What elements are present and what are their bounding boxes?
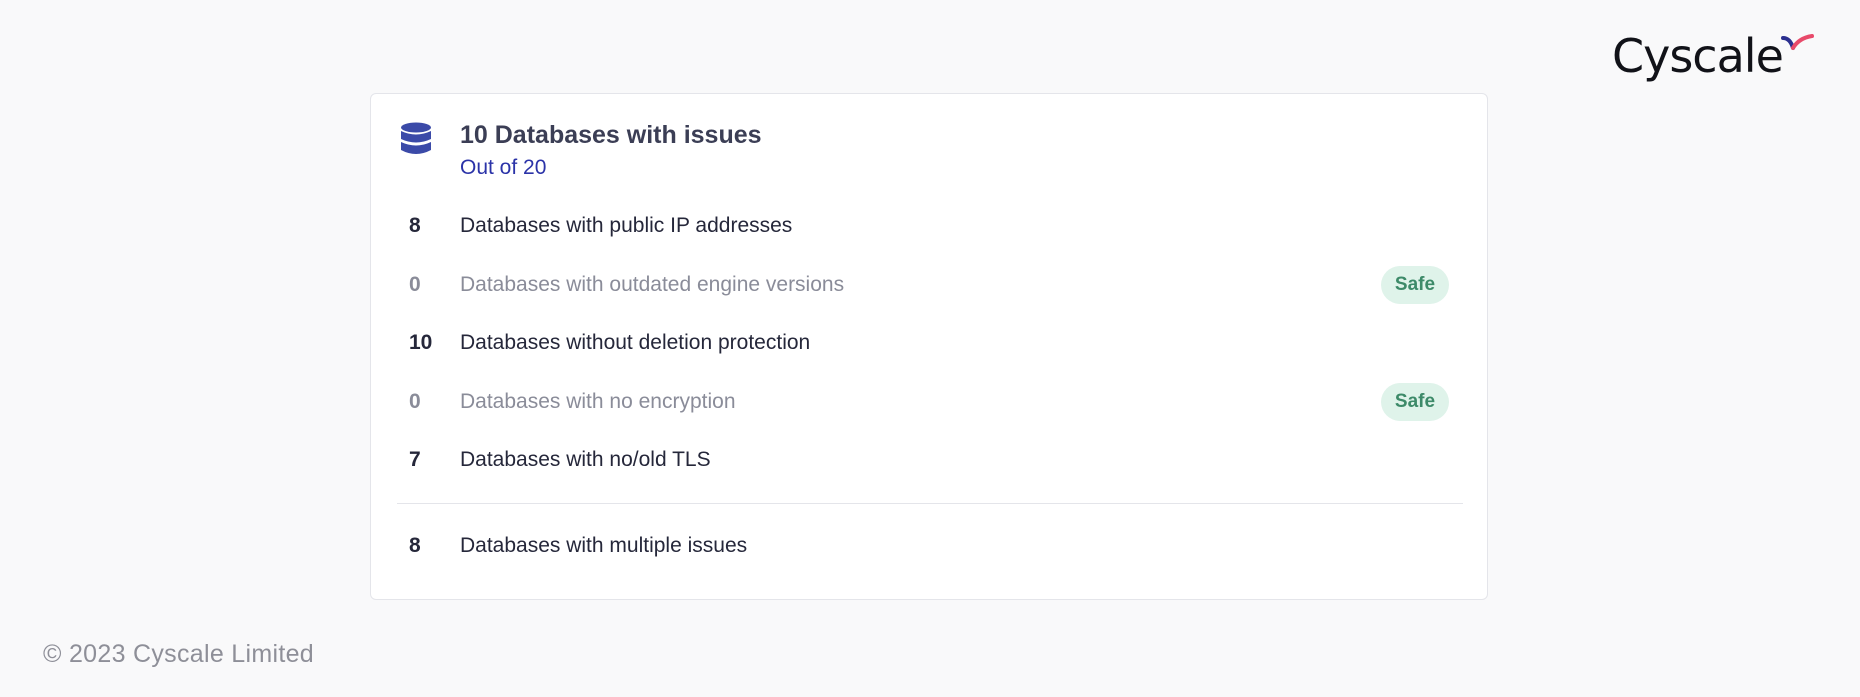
issue-row-deletion-protection: 10 Databases without deletion protection [371, 323, 1487, 363]
issue-count: 8 [409, 214, 421, 237]
issue-count: 10 [409, 331, 433, 354]
database-icon [401, 122, 431, 154]
copyright-footer: © 2023 Cyscale Limited [43, 640, 314, 668]
issue-label: Databases with no/old TLS [460, 448, 711, 471]
issue-label: Databases with no encryption [460, 390, 736, 413]
summary-label: Databases with multiple issues [460, 534, 748, 557]
safe-status-badge: Safe [1381, 383, 1449, 421]
logo-wing-icon [1780, 34, 1814, 50]
issue-count: 7 [409, 448, 421, 471]
summary-count: 8 [409, 534, 421, 557]
divider [397, 503, 1463, 504]
issue-label: Databases with public IP addresses [460, 214, 793, 237]
issue-label: Databases without deletion protection [460, 331, 811, 354]
card-title: 10 Databases with issues [460, 121, 762, 149]
logo-wordmark: Cyscale [1612, 29, 1784, 83]
issue-row-outdated-engine: 0 Databases with outdated engine version… [371, 265, 1487, 305]
databases-issues-card: 10 Databases with issues Out of 20 8 Dat… [370, 93, 1488, 600]
issue-row-public-ip: 8 Databases with public IP addresses [371, 206, 1487, 246]
issue-label: Databases with outdated engine versions [460, 273, 845, 296]
summary-row-multiple-issues: 8 Databases with multiple issues [371, 526, 1487, 566]
safe-status-badge: Safe [1381, 266, 1449, 304]
issue-count: 0 [409, 273, 421, 296]
issue-count: 0 [409, 390, 421, 413]
issue-row-old-tls: 7 Databases with no/old TLS [371, 440, 1487, 480]
issue-row-no-encryption: 0 Databases with no encryption Safe [371, 382, 1487, 422]
cyscale-logo: Cyscale [1612, 30, 1815, 82]
card-subtitle: Out of 20 [460, 156, 547, 179]
